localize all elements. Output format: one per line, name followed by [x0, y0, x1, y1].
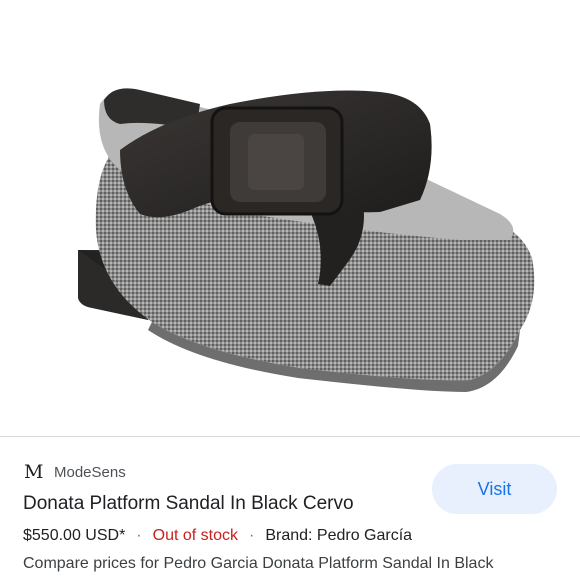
visit-button[interactable]: Visit [432, 464, 557, 514]
source-name: ModeSens [54, 463, 126, 481]
divider [0, 436, 580, 437]
product-description: Compare prices for Pedro Garcia Donata P… [23, 555, 494, 572]
separator-dot: · [249, 527, 255, 544]
stock-status: Out of stock [152, 527, 238, 544]
sandal-image [78, 88, 535, 392]
product-meta: $550.00 USD* · Out of stock · Brand: Ped… [23, 527, 412, 545]
separator-dot: · [136, 527, 142, 544]
price: $550.00 USD* [23, 527, 126, 544]
product-image[interactable] [0, 0, 580, 436]
source-logo: M [24, 461, 44, 483]
source[interactable]: M ModeSens [24, 460, 126, 484]
brand: Brand: Pedro García [265, 527, 413, 544]
product-title[interactable]: Donata Platform Sandal In Black Cervo [23, 493, 354, 515]
